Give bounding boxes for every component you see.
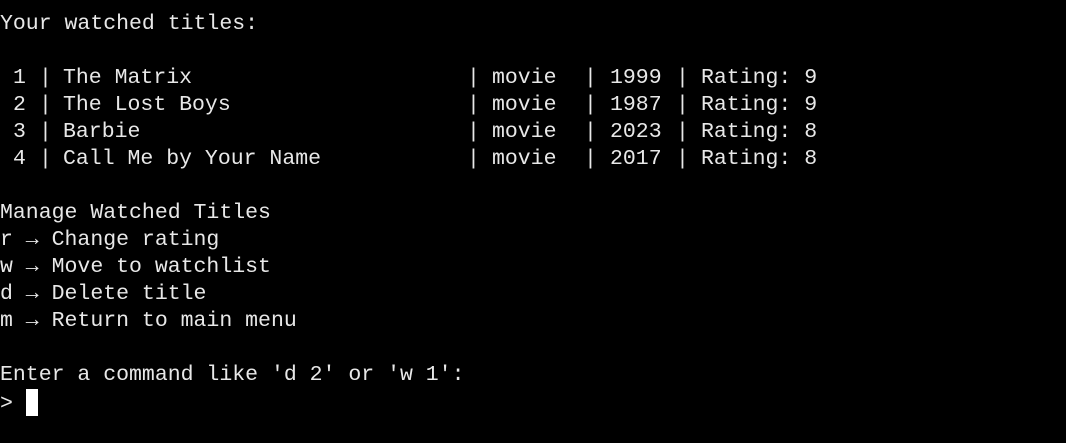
row-title: The Matrix — [63, 66, 193, 90]
row-year: 2023 — [610, 120, 662, 144]
column-separator: | — [676, 147, 689, 171]
input-marker: > — [0, 392, 13, 416]
row-number: 2 — [13, 93, 26, 117]
table-row: 4 | Call Me by Your Name | movie | 2017 … — [0, 146, 1066, 173]
command-input[interactable]: > — [0, 389, 1066, 416]
column-separator: | — [467, 66, 480, 90]
row-year: 2017 — [610, 147, 662, 171]
column-separator: | — [39, 120, 52, 144]
column-separator: | — [39, 93, 52, 117]
row-type: movie — [492, 120, 557, 144]
column-separator: | — [467, 93, 480, 117]
menu-item-move-to-watchlist: w → Move to watchlist — [0, 255, 271, 279]
row-number: 3 — [13, 120, 26, 144]
row-rating: Rating: 9 — [701, 93, 818, 117]
column-separator: | — [676, 93, 689, 117]
column-separator: | — [584, 147, 597, 171]
row-rating: Rating: 9 — [701, 66, 818, 90]
column-separator: | — [39, 147, 52, 171]
column-separator: | — [584, 66, 597, 90]
column-separator: | — [676, 66, 689, 90]
row-number: 1 — [13, 66, 26, 90]
menu-item-return-main-menu: m → Return to main menu — [0, 309, 297, 333]
column-separator: | — [676, 120, 689, 144]
column-separator: | — [467, 147, 480, 171]
column-separator: | — [584, 93, 597, 117]
menu-item-delete-title: d → Delete title — [0, 282, 207, 306]
watched-titles-header: Your watched titles: — [0, 12, 259, 36]
row-title: Call Me by Your Name — [63, 147, 322, 171]
command-prompt: Enter a command like 'd 2' or 'w 1': — [0, 363, 465, 387]
row-title: The Lost Boys — [63, 93, 231, 117]
column-separator: | — [39, 66, 52, 90]
text-cursor[interactable] — [25, 389, 38, 416]
table-row: 3 | Barbie | movie | 2023 | Rating: 8 — [0, 119, 1066, 146]
table-row: 1 | The Matrix | movie | 1999 | Rating: … — [0, 65, 1066, 92]
table-row: 2 | The Lost Boys | movie | 1987 | Ratin… — [0, 92, 1066, 119]
row-number: 4 — [13, 147, 26, 171]
row-type: movie — [492, 66, 557, 90]
menu-title: Manage Watched Titles — [0, 201, 271, 225]
row-type: movie — [492, 147, 557, 171]
row-type: movie — [492, 93, 557, 117]
row-year: 1999 — [610, 66, 662, 90]
column-separator: | — [584, 120, 597, 144]
row-rating: Rating: 8 — [701, 120, 818, 144]
terminal-window: Your watched titles: 1 | The Matrix | mo… — [0, 11, 1066, 416]
row-title: Barbie — [63, 120, 141, 144]
row-year: 1987 — [610, 93, 662, 117]
menu-item-change-rating: r → Change rating — [0, 228, 220, 252]
row-rating: Rating: 8 — [701, 147, 818, 171]
column-separator: | — [467, 120, 480, 144]
